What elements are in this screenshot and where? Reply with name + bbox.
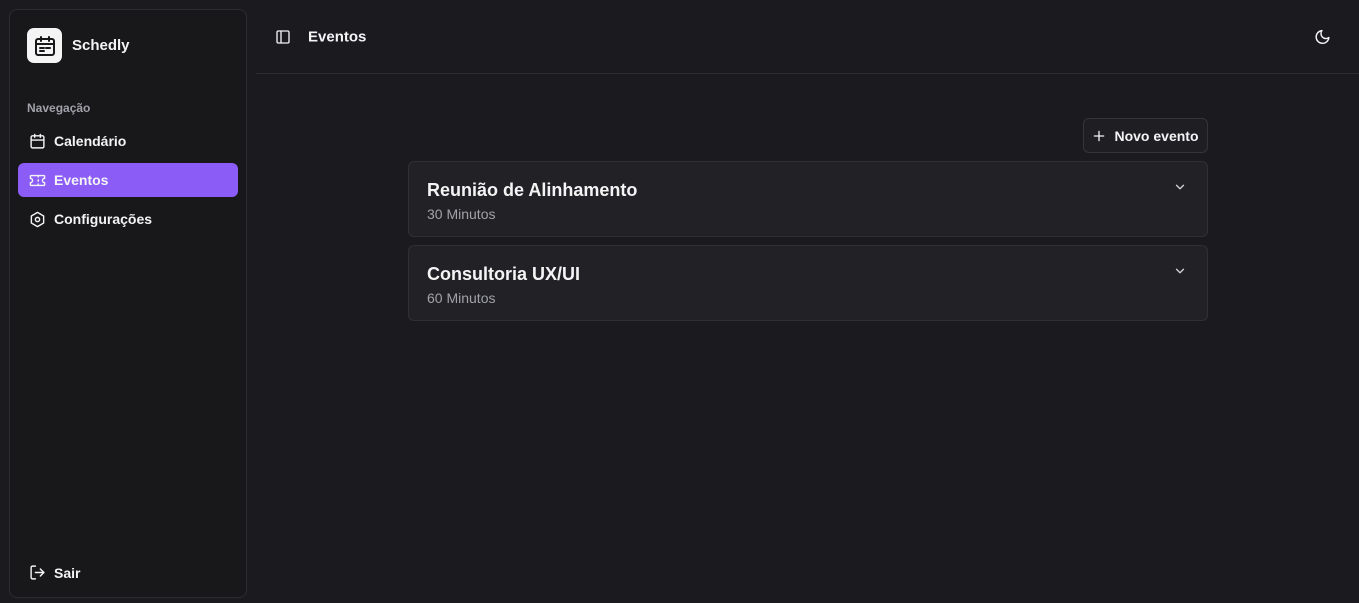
calendar-icon [30, 133, 45, 149]
calendar-icon [27, 28, 62, 63]
sidebar-item-configuracoes[interactable]: Configurações [18, 202, 238, 236]
moon-icon[interactable] [1314, 29, 1331, 46]
top-header: Eventos [256, 0, 1359, 74]
event-card[interactable]: Consultoria UX/UI 60 Minutos [408, 245, 1208, 321]
nav-section-label: Navegação [27, 101, 91, 115]
brand-name: Schedly [72, 37, 130, 54]
chevron-down-icon[interactable] [1173, 180, 1187, 194]
chevron-down-icon[interactable] [1173, 264, 1187, 278]
brand[interactable]: Schedly [27, 28, 130, 63]
ticket-icon [29, 174, 46, 186]
logout-icon [30, 565, 45, 580]
event-title: Reunião de Alinhamento [427, 180, 638, 200]
sidebar-nav: Calendário Eventos Configurações [18, 124, 238, 241]
plus-icon [1094, 130, 1105, 141]
new-event-label: Novo evento [1114, 127, 1199, 144]
page-title: Eventos [308, 28, 367, 46]
sidebar-item-eventos[interactable]: Eventos [18, 163, 238, 197]
event-duration: 30 Minutos [427, 206, 496, 222]
sidebar-item-label: Calendário [54, 133, 127, 149]
sidebar-item-label: Eventos [54, 172, 109, 188]
event-title: Consultoria UX/UI [427, 264, 581, 284]
logout-button[interactable]: Sair [29, 564, 80, 581]
sidebar-item-calendario[interactable]: Calendário [18, 124, 238, 158]
new-event-button[interactable]: Novo evento [1083, 118, 1208, 153]
sidebar-toggle-icon[interactable] [275, 29, 291, 45]
app-root: Schedly Navegação Calendário Eventos Con… [0, 0, 1359, 603]
logout-label: Sair [54, 564, 81, 581]
sidebar: Schedly Navegação Calendário Eventos Con… [9, 9, 247, 598]
event-card[interactable]: Reunião de Alinhamento 30 Minutos [408, 161, 1208, 237]
event-duration: 60 Minutos [427, 290, 496, 306]
sidebar-item-label: Configurações [54, 211, 153, 227]
settings-icon [30, 211, 45, 227]
